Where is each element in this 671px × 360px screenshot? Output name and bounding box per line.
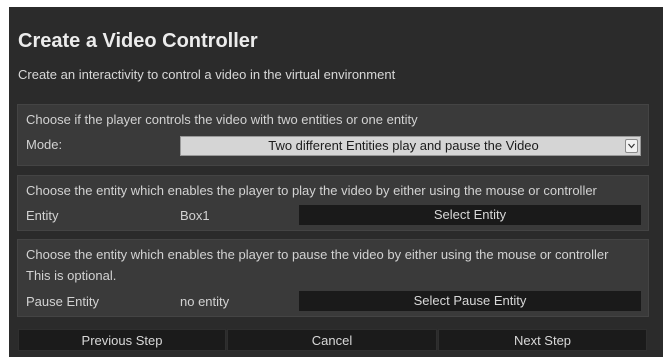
chevron-down-icon[interactable] — [625, 139, 638, 153]
play-entity-description: Choose the entity which enables the play… — [26, 183, 597, 198]
cancel-button[interactable]: Cancel — [227, 329, 437, 351]
mode-select-value: Two different Entities play and pause th… — [268, 138, 539, 153]
play-entity-value: Box1 — [180, 208, 210, 223]
mode-description: Choose if the player controls the video … — [26, 112, 418, 127]
play-entity-section: Choose the entity which enables the play… — [17, 175, 649, 231]
pause-entity-value: no entity — [180, 294, 230, 309]
mode-select[interactable]: Two different Entities play and pause th… — [180, 136, 641, 156]
pause-entity-description: Choose the entity which enables the play… — [26, 247, 609, 262]
mode-section: Choose if the player controls the video … — [17, 104, 649, 166]
next-step-button[interactable]: Next Step — [438, 329, 647, 351]
previous-step-button[interactable]: Previous Step — [18, 329, 226, 351]
mode-label: Mode: — [26, 137, 63, 152]
play-entity-label: Entity — [26, 208, 59, 223]
dialog-subtitle: Create an interactivity to control a vid… — [18, 67, 396, 82]
pause-entity-label: Pause Entity — [26, 294, 99, 309]
video-controller-dialog: Create a Video Controller Create an inte… — [9, 7, 663, 357]
pause-entity-section: Choose the entity which enables the play… — [17, 239, 649, 317]
dialog-title: Create a Video Controller — [18, 30, 258, 52]
pause-entity-note: This is optional. — [26, 268, 117, 283]
select-entity-button[interactable]: Select Entity — [299, 205, 641, 225]
select-pause-entity-button[interactable]: Select Pause Entity — [299, 291, 641, 311]
